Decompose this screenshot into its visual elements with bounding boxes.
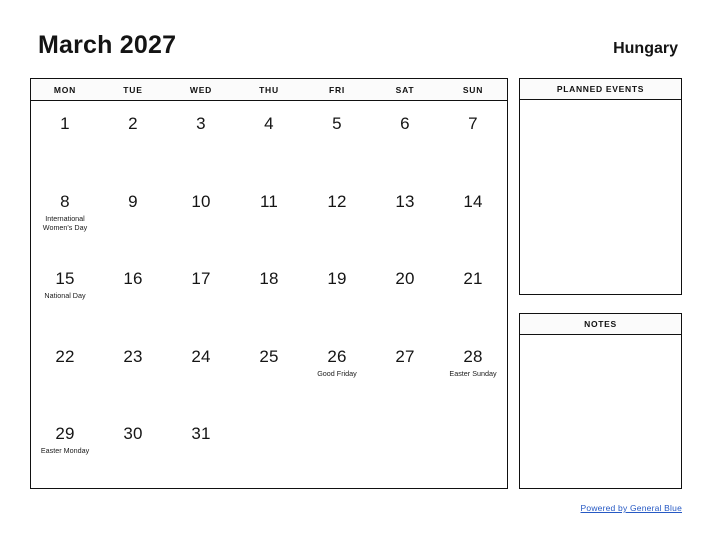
week-row: 8 International Women's Day 9 10 11 12 1… — [31, 179, 507, 257]
day-cell[interactable]: 16 — [99, 256, 167, 334]
day-number: 7 — [468, 114, 478, 133]
weekday-header-sun: SUN — [462, 84, 484, 95]
day-cell[interactable]: 17 — [167, 256, 235, 334]
day-number: 25 — [259, 346, 279, 366]
weekday-header-mon: MON — [53, 84, 77, 95]
day-cell[interactable]: 29 Easter Monday — [31, 411, 99, 489]
day-number: 3 — [196, 114, 206, 133]
weekday-header-tue: TUE — [123, 84, 143, 95]
day-cell[interactable]: 19 — [303, 256, 371, 334]
day-cell[interactable]: 22 — [31, 334, 99, 412]
day-cell[interactable]: 9 — [99, 179, 167, 257]
day-event: National Day — [44, 291, 86, 301]
day-number: 8 — [60, 191, 70, 211]
day-cell[interactable]: 5 — [303, 101, 371, 179]
calendar-weeks: 1 2 3 4 5 6 7 8 International Women's Da… — [31, 101, 507, 489]
planned-events-body[interactable] — [520, 100, 681, 294]
country-label: Hungary — [613, 40, 678, 57]
calendar-page: March 2027 Hungary MON TUE WED THU FRI S… — [0, 0, 712, 550]
day-cell-empty — [303, 411, 371, 489]
day-cell[interactable]: 23 — [99, 334, 167, 412]
planned-events-title: PLANNED EVENTS — [520, 79, 681, 100]
day-number: 12 — [327, 191, 347, 211]
day-number: 10 — [191, 191, 211, 211]
day-cell[interactable]: 12 — [303, 179, 371, 257]
day-cell[interactable]: 11 — [235, 179, 303, 257]
day-number: 21 — [463, 269, 483, 289]
day-number: 24 — [191, 346, 211, 366]
day-number: 31 — [191, 424, 211, 444]
day-cell[interactable]: 26 Good Friday — [303, 334, 371, 412]
day-cell[interactable]: 1 — [31, 101, 99, 179]
day-cell[interactable]: 15 National Day — [31, 256, 99, 334]
day-number: 27 — [395, 346, 415, 366]
day-event: International Women's Day — [42, 213, 88, 233]
page-title: March 2027 — [38, 31, 177, 59]
day-number: 29 — [55, 424, 75, 444]
powered-by-link[interactable]: Powered by General Blue — [581, 503, 682, 513]
day-cell[interactable]: 13 — [371, 179, 439, 257]
footer: Powered by General Blue — [430, 498, 682, 516]
week-row: 1 2 3 4 5 6 7 — [31, 101, 507, 179]
day-number: 9 — [128, 191, 138, 211]
day-number: 11 — [259, 191, 279, 211]
day-number: 26 — [327, 346, 347, 366]
day-number: 18 — [259, 269, 279, 289]
calendar-grid: MON TUE WED THU FRI SAT SUN 1 2 3 4 5 6 … — [30, 78, 508, 489]
week-row: 29 Easter Monday 30 31 — [31, 411, 507, 489]
notes-panel: NOTES — [519, 313, 682, 489]
weekday-header-fri: FRI — [328, 84, 346, 95]
day-cell[interactable]: 7 — [439, 101, 507, 179]
day-cell[interactable]: 30 — [99, 411, 167, 489]
weekday-header-sat: SAT — [395, 84, 415, 95]
day-cell[interactable]: 14 — [439, 179, 507, 257]
day-cell[interactable]: 27 — [371, 334, 439, 412]
day-event: Good Friday — [317, 368, 357, 378]
day-number: 4 — [264, 114, 274, 133]
day-cell[interactable]: 10 — [167, 179, 235, 257]
day-number: 1 — [60, 114, 70, 133]
weekday-header-wed: WED — [189, 84, 213, 95]
day-cell[interactable]: 18 — [235, 256, 303, 334]
day-number: 30 — [123, 424, 143, 444]
page-header: March 2027 Hungary — [38, 30, 678, 64]
day-number: 13 — [395, 191, 415, 211]
planned-events-panel: PLANNED EVENTS — [519, 78, 682, 295]
notes-body[interactable] — [520, 335, 681, 488]
day-number: 16 — [123, 269, 143, 289]
weekday-header-row: MON TUE WED THU FRI SAT SUN — [31, 79, 507, 101]
day-number: 14 — [463, 191, 483, 211]
day-number: 6 — [400, 114, 410, 133]
day-number: 22 — [55, 346, 75, 366]
day-number: 17 — [191, 269, 211, 289]
day-cell-empty — [439, 411, 507, 489]
day-cell[interactable]: 2 — [99, 101, 167, 179]
day-cell[interactable]: 31 — [167, 411, 235, 489]
day-cell[interactable]: 4 — [235, 101, 303, 179]
week-row: 15 National Day 16 17 18 19 20 21 — [31, 256, 507, 334]
week-row: 22 23 24 25 26 Good Friday 27 28 Easter … — [31, 334, 507, 412]
day-cell[interactable]: 8 International Women's Day — [31, 179, 99, 257]
day-cell[interactable]: 20 — [371, 256, 439, 334]
day-cell-empty — [235, 411, 303, 489]
day-number: 15 — [55, 269, 75, 289]
day-event: Easter Sunday — [449, 368, 497, 378]
weekday-header-thu: THU — [259, 84, 279, 95]
day-cell-empty — [371, 411, 439, 489]
day-number: 23 — [123, 346, 143, 366]
day-number: 19 — [327, 269, 347, 289]
day-cell[interactable]: 28 Easter Sunday — [439, 334, 507, 412]
day-number: 5 — [332, 114, 342, 133]
day-cell[interactable]: 21 — [439, 256, 507, 334]
day-cell[interactable]: 6 — [371, 101, 439, 179]
day-event: Easter Monday — [40, 446, 90, 456]
day-cell[interactable]: 24 — [167, 334, 235, 412]
day-number: 2 — [128, 114, 138, 133]
day-cell[interactable]: 25 — [235, 334, 303, 412]
day-number: 20 — [395, 269, 415, 289]
notes-title: NOTES — [520, 314, 681, 335]
day-cell[interactable]: 3 — [167, 101, 235, 179]
day-number: 28 — [463, 346, 483, 366]
